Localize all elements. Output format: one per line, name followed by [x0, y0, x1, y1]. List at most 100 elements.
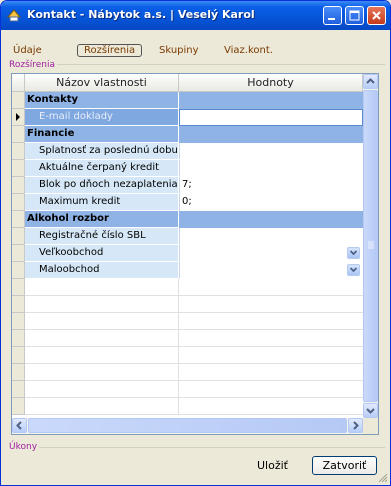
scroll-corner [363, 418, 378, 434]
scroll-up-button[interactable] [363, 74, 378, 89]
empty-cell [25, 296, 179, 313]
group-row-value [179, 211, 363, 228]
property-value[interactable] [179, 160, 363, 177]
scroll-right-button[interactable] [348, 418, 363, 433]
grip-icon [368, 241, 374, 249]
vertical-scroll-thumb[interactable] [363, 90, 378, 402]
close-window-button[interactable] [367, 6, 386, 25]
property-name[interactable]: Aktuálne čerpaný kredit [25, 160, 179, 177]
property-name[interactable]: E-mail doklady [25, 109, 179, 126]
title-bar[interactable]: Kontakt - Nábytok a.s. | Veselý Karol [1, 1, 390, 30]
empty-row-selector [12, 330, 25, 347]
arrow-right-icon [353, 421, 359, 430]
arrow-left-icon [16, 421, 22, 430]
empty-cell [25, 398, 179, 415]
empty-cell [179, 364, 363, 381]
property-value[interactable] [179, 245, 363, 262]
empty-cell [25, 364, 179, 381]
property-value[interactable] [179, 228, 363, 245]
property-name[interactable]: Blok po dňoch nezaplatenia [25, 177, 179, 194]
empty-row-selector [12, 347, 25, 364]
horizontal-scrollbar[interactable] [12, 418, 363, 434]
row-selector[interactable] [12, 228, 25, 245]
property-value[interactable]: 7; [179, 177, 363, 194]
tab-bar: Údaje Rozšírenia Skupiny Viaz.kont. [1, 44, 390, 61]
empty-cell [25, 330, 179, 347]
properties-grid: Názov vlastnosti Hodnoty Kontakty E-mail … [11, 73, 379, 435]
empty-cell [25, 347, 179, 364]
dropdown-button[interactable] [347, 264, 360, 276]
chevron-down-icon [349, 267, 358, 273]
empty-row-selector [12, 364, 25, 381]
current-row-arrow-icon [16, 113, 20, 121]
row-selector[interactable] [12, 262, 25, 279]
vertical-scrollbar[interactable] [363, 74, 378, 418]
empty-row-selector [12, 398, 25, 415]
empty-cell [179, 279, 363, 296]
close-icon [372, 11, 381, 20]
contact-window: Kontakt - Nábytok a.s. | Veselý Karol Úd… [0, 0, 391, 486]
column-header-name[interactable]: Názov vlastnosti [25, 74, 179, 92]
empty-row-selector [12, 279, 25, 296]
tab-rozsirenia[interactable]: Rozšírenia [77, 44, 143, 57]
app-icon [7, 9, 21, 22]
property-value-text: 7; [182, 179, 192, 190]
empty-cell [179, 296, 363, 313]
empty-cell [25, 381, 179, 398]
close-button[interactable]: Zatvoriť [312, 456, 377, 475]
minimize-icon [328, 18, 335, 20]
row-selector[interactable] [12, 160, 25, 177]
empty-row-selector [12, 313, 25, 330]
property-value[interactable] [179, 109, 363, 126]
group-row-label[interactable]: Kontakty [25, 92, 179, 109]
group-row-label[interactable]: Financie [25, 126, 179, 143]
row-selector[interactable] [12, 92, 25, 109]
row-selector[interactable] [12, 126, 25, 143]
property-value[interactable] [179, 143, 363, 160]
arrow-up-icon [366, 78, 375, 84]
group-label: Rozšírenia [9, 60, 58, 70]
property-name[interactable]: Registračné číslo SBL [25, 228, 179, 245]
column-header-value[interactable]: Hodnoty [179, 74, 363, 92]
tab-viaz-kont[interactable]: Viaz.kont. [224, 45, 273, 56]
maximize-button[interactable] [345, 6, 364, 25]
tab-skupiny[interactable]: Skupiny [159, 45, 199, 56]
property-name[interactable]: Maloobchod [25, 262, 179, 279]
save-button[interactable]: Uložiť [257, 459, 288, 472]
window-title: Kontakt - Nábytok a.s. | Veselý Karol [27, 8, 255, 21]
minimize-button[interactable] [323, 6, 342, 25]
row-selector[interactable] [12, 109, 25, 126]
group-row-value [179, 92, 363, 109]
property-name[interactable]: Maximum kredit [25, 194, 179, 211]
empty-row-selector [12, 381, 25, 398]
empty-cell [25, 279, 179, 296]
row-selector[interactable] [12, 143, 25, 160]
row-selector[interactable] [12, 194, 25, 211]
property-name[interactable]: Veľkoobchod [25, 245, 179, 262]
scroll-left-button[interactable] [12, 418, 27, 433]
actions-label: Úkony [9, 442, 40, 452]
property-value-text: 0; [182, 196, 192, 207]
row-selector[interactable] [12, 177, 25, 194]
property-name[interactable]: Splatnosť za poslednú dobu [25, 143, 179, 160]
empty-cell [179, 398, 363, 415]
maximize-icon [349, 10, 360, 21]
horizontal-scroll-thumb[interactable] [28, 418, 347, 433]
resize-grip-icon[interactable] [378, 473, 388, 483]
row-selector[interactable] [12, 245, 25, 262]
empty-cell [179, 347, 363, 364]
chevron-down-icon [349, 250, 358, 256]
dropdown-button[interactable] [347, 247, 360, 259]
property-value[interactable] [179, 262, 363, 279]
property-value[interactable]: 0; [179, 194, 363, 211]
scroll-down-button[interactable] [363, 403, 378, 418]
tab-udaje[interactable]: Údaje [13, 45, 42, 56]
arrow-down-icon [366, 408, 375, 414]
empty-row-selector [12, 296, 25, 313]
group-row-value [179, 126, 363, 143]
empty-cell [25, 313, 179, 330]
group-row-label[interactable]: Alkohol rozbor [25, 211, 179, 228]
empty-cell [179, 330, 363, 347]
grid-corner-header [12, 74, 25, 92]
row-selector[interactable] [12, 211, 25, 228]
